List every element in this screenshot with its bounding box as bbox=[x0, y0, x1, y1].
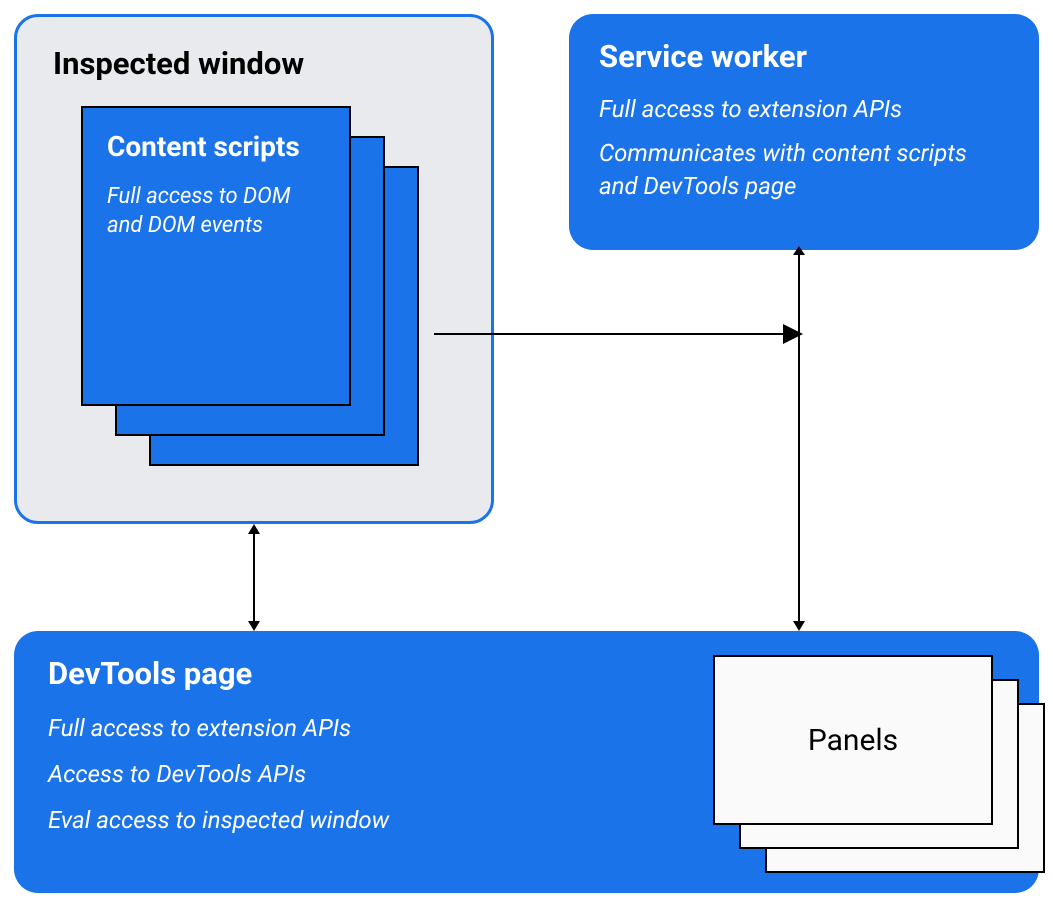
service-worker-desc2: Communicates with content scripts and De… bbox=[599, 137, 1009, 204]
content-scripts-description: Full access to DOM and DOM events bbox=[107, 182, 325, 241]
content-script-card-front: Content scripts Full access to DOM and D… bbox=[81, 106, 351, 406]
inspected-window-title: Inspected window bbox=[53, 45, 455, 82]
architecture-diagram: Inspected window Content scripts Full ac… bbox=[14, 14, 1039, 890]
content-scripts-title: Content scripts bbox=[107, 130, 325, 164]
panels-stack: Panels bbox=[713, 655, 993, 825]
arrow-iw-up-triangle bbox=[248, 524, 260, 534]
inspected-window-box: Inspected window Content scripts Full ac… bbox=[14, 14, 494, 524]
panels-title: Panels bbox=[808, 723, 898, 758]
arrow-iw-down-triangle bbox=[248, 621, 260, 631]
content-scripts-stack: Content scripts Full access to DOM and D… bbox=[81, 106, 455, 406]
service-worker-box: Service worker Full access to extension … bbox=[569, 14, 1039, 250]
service-worker-desc1: Full access to extension APIs bbox=[599, 93, 1009, 127]
devtools-page-box: DevTools page Full access to extension A… bbox=[14, 631, 1039, 893]
arrow-sw-devtools-head bbox=[793, 621, 805, 631]
panel-card-front: Panels bbox=[713, 655, 993, 825]
service-worker-title: Service worker bbox=[599, 38, 1009, 75]
